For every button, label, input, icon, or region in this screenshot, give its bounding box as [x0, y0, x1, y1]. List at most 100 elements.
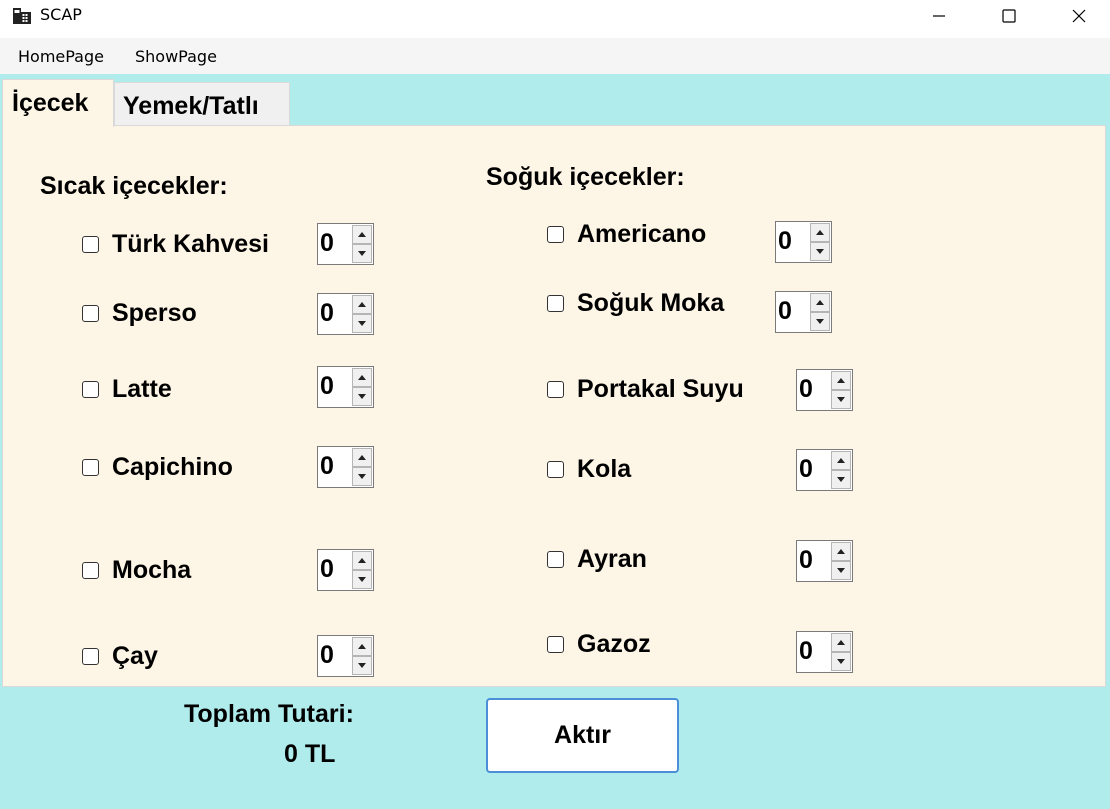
checkbox-soguk-moka[interactable] — [547, 295, 564, 312]
qty-value: 0 — [778, 297, 792, 325]
qty-stepper-kola[interactable]: 0 — [796, 449, 853, 491]
caret-up-icon — [816, 230, 824, 235]
qty-value: 0 — [320, 452, 334, 480]
stepper-up-button[interactable] — [352, 551, 372, 570]
label-latte: Latte — [112, 375, 172, 403]
calculator-app-icon — [13, 8, 31, 24]
checkbox-kola[interactable] — [547, 461, 564, 478]
stepper-up-button[interactable] — [810, 223, 830, 242]
stepper-up-button[interactable] — [810, 293, 830, 312]
stepper-up-button[interactable] — [352, 448, 372, 467]
label-gazoz: Gazoz — [577, 630, 651, 658]
caret-up-icon — [816, 300, 824, 305]
menu-showpage[interactable]: ShowPage — [135, 47, 217, 66]
caret-up-icon — [358, 455, 366, 460]
label-mocha: Mocha — [112, 556, 192, 584]
checkbox-mocha[interactable] — [82, 562, 99, 579]
checkbox-portakal-suyu[interactable] — [547, 381, 564, 398]
stepper-up-button[interactable] — [831, 371, 851, 390]
stepper-down-button[interactable] — [831, 652, 851, 671]
title-bar: SCAP — [0, 0, 1110, 38]
aktir-button[interactable]: Aktır — [486, 698, 679, 773]
total-value: 0 TL — [284, 740, 336, 768]
caret-down-icon — [358, 577, 366, 582]
label-cay: Çay — [112, 642, 158, 670]
stepper-down-button[interactable] — [352, 244, 372, 263]
close-icon — [1072, 9, 1086, 23]
checkbox-sperso[interactable] — [82, 305, 99, 322]
stepper-down-button[interactable] — [810, 312, 830, 331]
label-turk-kahvesi: Türk Kahvesi — [112, 230, 270, 258]
stepper-down-button[interactable] — [352, 656, 372, 675]
qty-stepper-ayran[interactable]: 0 — [796, 540, 853, 582]
maximize-button[interactable] — [986, 0, 1032, 32]
qty-stepper-soguk-moka[interactable]: 0 — [775, 291, 832, 333]
caret-up-icon — [837, 640, 845, 645]
qty-value: 0 — [799, 637, 813, 665]
checkbox-americano[interactable] — [547, 226, 564, 243]
qty-value: 0 — [799, 546, 813, 574]
total-label: Toplam Tutari: — [184, 700, 354, 728]
caret-down-icon — [837, 659, 845, 664]
qty-stepper-latte[interactable]: 0 — [317, 366, 374, 408]
stepper-down-button[interactable] — [831, 390, 851, 409]
window-title: SCAP — [40, 5, 82, 24]
close-button[interactable] — [1056, 0, 1102, 32]
caret-down-icon — [837, 568, 845, 573]
stepper-up-button[interactable] — [352, 368, 372, 387]
caret-up-icon — [837, 378, 845, 383]
qty-value: 0 — [320, 641, 334, 669]
caret-down-icon — [837, 477, 845, 482]
stepper-up-button[interactable] — [831, 451, 851, 470]
stepper-down-button[interactable] — [352, 314, 372, 333]
cold-drinks-heading: Soğuk içecekler: — [486, 163, 685, 191]
label-capichino: Capichino — [112, 453, 233, 481]
caret-down-icon — [816, 249, 824, 254]
label-americano: Americano — [577, 220, 707, 248]
stepper-up-button[interactable] — [352, 295, 372, 314]
tab-icecek[interactable]: İçecek — [2, 79, 114, 127]
checkbox-capichino[interactable] — [82, 459, 99, 476]
minimize-button[interactable] — [916, 0, 962, 32]
menu-bar: HomePage ShowPage — [0, 38, 1110, 74]
checkbox-ayran[interactable] — [547, 551, 564, 568]
caret-down-icon — [358, 474, 366, 479]
tab-yemek-tatli[interactable]: Yemek/Tatlı — [114, 82, 290, 126]
qty-value: 0 — [320, 229, 334, 257]
caret-up-icon — [358, 232, 366, 237]
caret-down-icon — [358, 663, 366, 668]
stepper-up-button[interactable] — [352, 637, 372, 656]
stepper-down-button[interactable] — [831, 470, 851, 489]
checkbox-latte[interactable] — [82, 381, 99, 398]
qty-stepper-mocha[interactable]: 0 — [317, 549, 374, 591]
label-ayran: Ayran — [577, 545, 647, 573]
qty-stepper-capichino[interactable]: 0 — [317, 446, 374, 488]
menu-homepage[interactable]: HomePage — [18, 47, 104, 66]
label-sperso: Sperso — [112, 299, 197, 327]
stepper-down-button[interactable] — [810, 242, 830, 261]
stepper-down-button[interactable] — [352, 570, 372, 589]
qty-stepper-americano[interactable]: 0 — [775, 221, 832, 263]
qty-stepper-turk-kahvesi[interactable]: 0 — [317, 223, 374, 265]
qty-stepper-cay[interactable]: 0 — [317, 635, 374, 677]
caret-down-icon — [358, 251, 366, 256]
stepper-down-button[interactable] — [352, 467, 372, 486]
qty-stepper-gazoz[interactable]: 0 — [796, 631, 853, 673]
stepper-up-button[interactable] — [352, 225, 372, 244]
checkbox-turk-kahvesi[interactable] — [82, 236, 99, 253]
label-kola: Kola — [577, 455, 632, 483]
checkbox-gazoz[interactable] — [547, 636, 564, 653]
stepper-down-button[interactable] — [352, 387, 372, 406]
caret-up-icon — [358, 644, 366, 649]
qty-stepper-portakal-suyu[interactable]: 0 — [796, 369, 853, 411]
label-soguk-moka: Soğuk Moka — [577, 289, 725, 317]
qty-value: 0 — [320, 299, 334, 327]
qty-value: 0 — [799, 455, 813, 483]
checkbox-cay[interactable] — [82, 648, 99, 665]
stepper-up-button[interactable] — [831, 542, 851, 561]
stepper-down-button[interactable] — [831, 561, 851, 580]
maximize-icon — [1002, 9, 1016, 23]
stepper-up-button[interactable] — [831, 633, 851, 652]
minimize-icon — [933, 15, 945, 17]
qty-stepper-sperso[interactable]: 0 — [317, 293, 374, 335]
